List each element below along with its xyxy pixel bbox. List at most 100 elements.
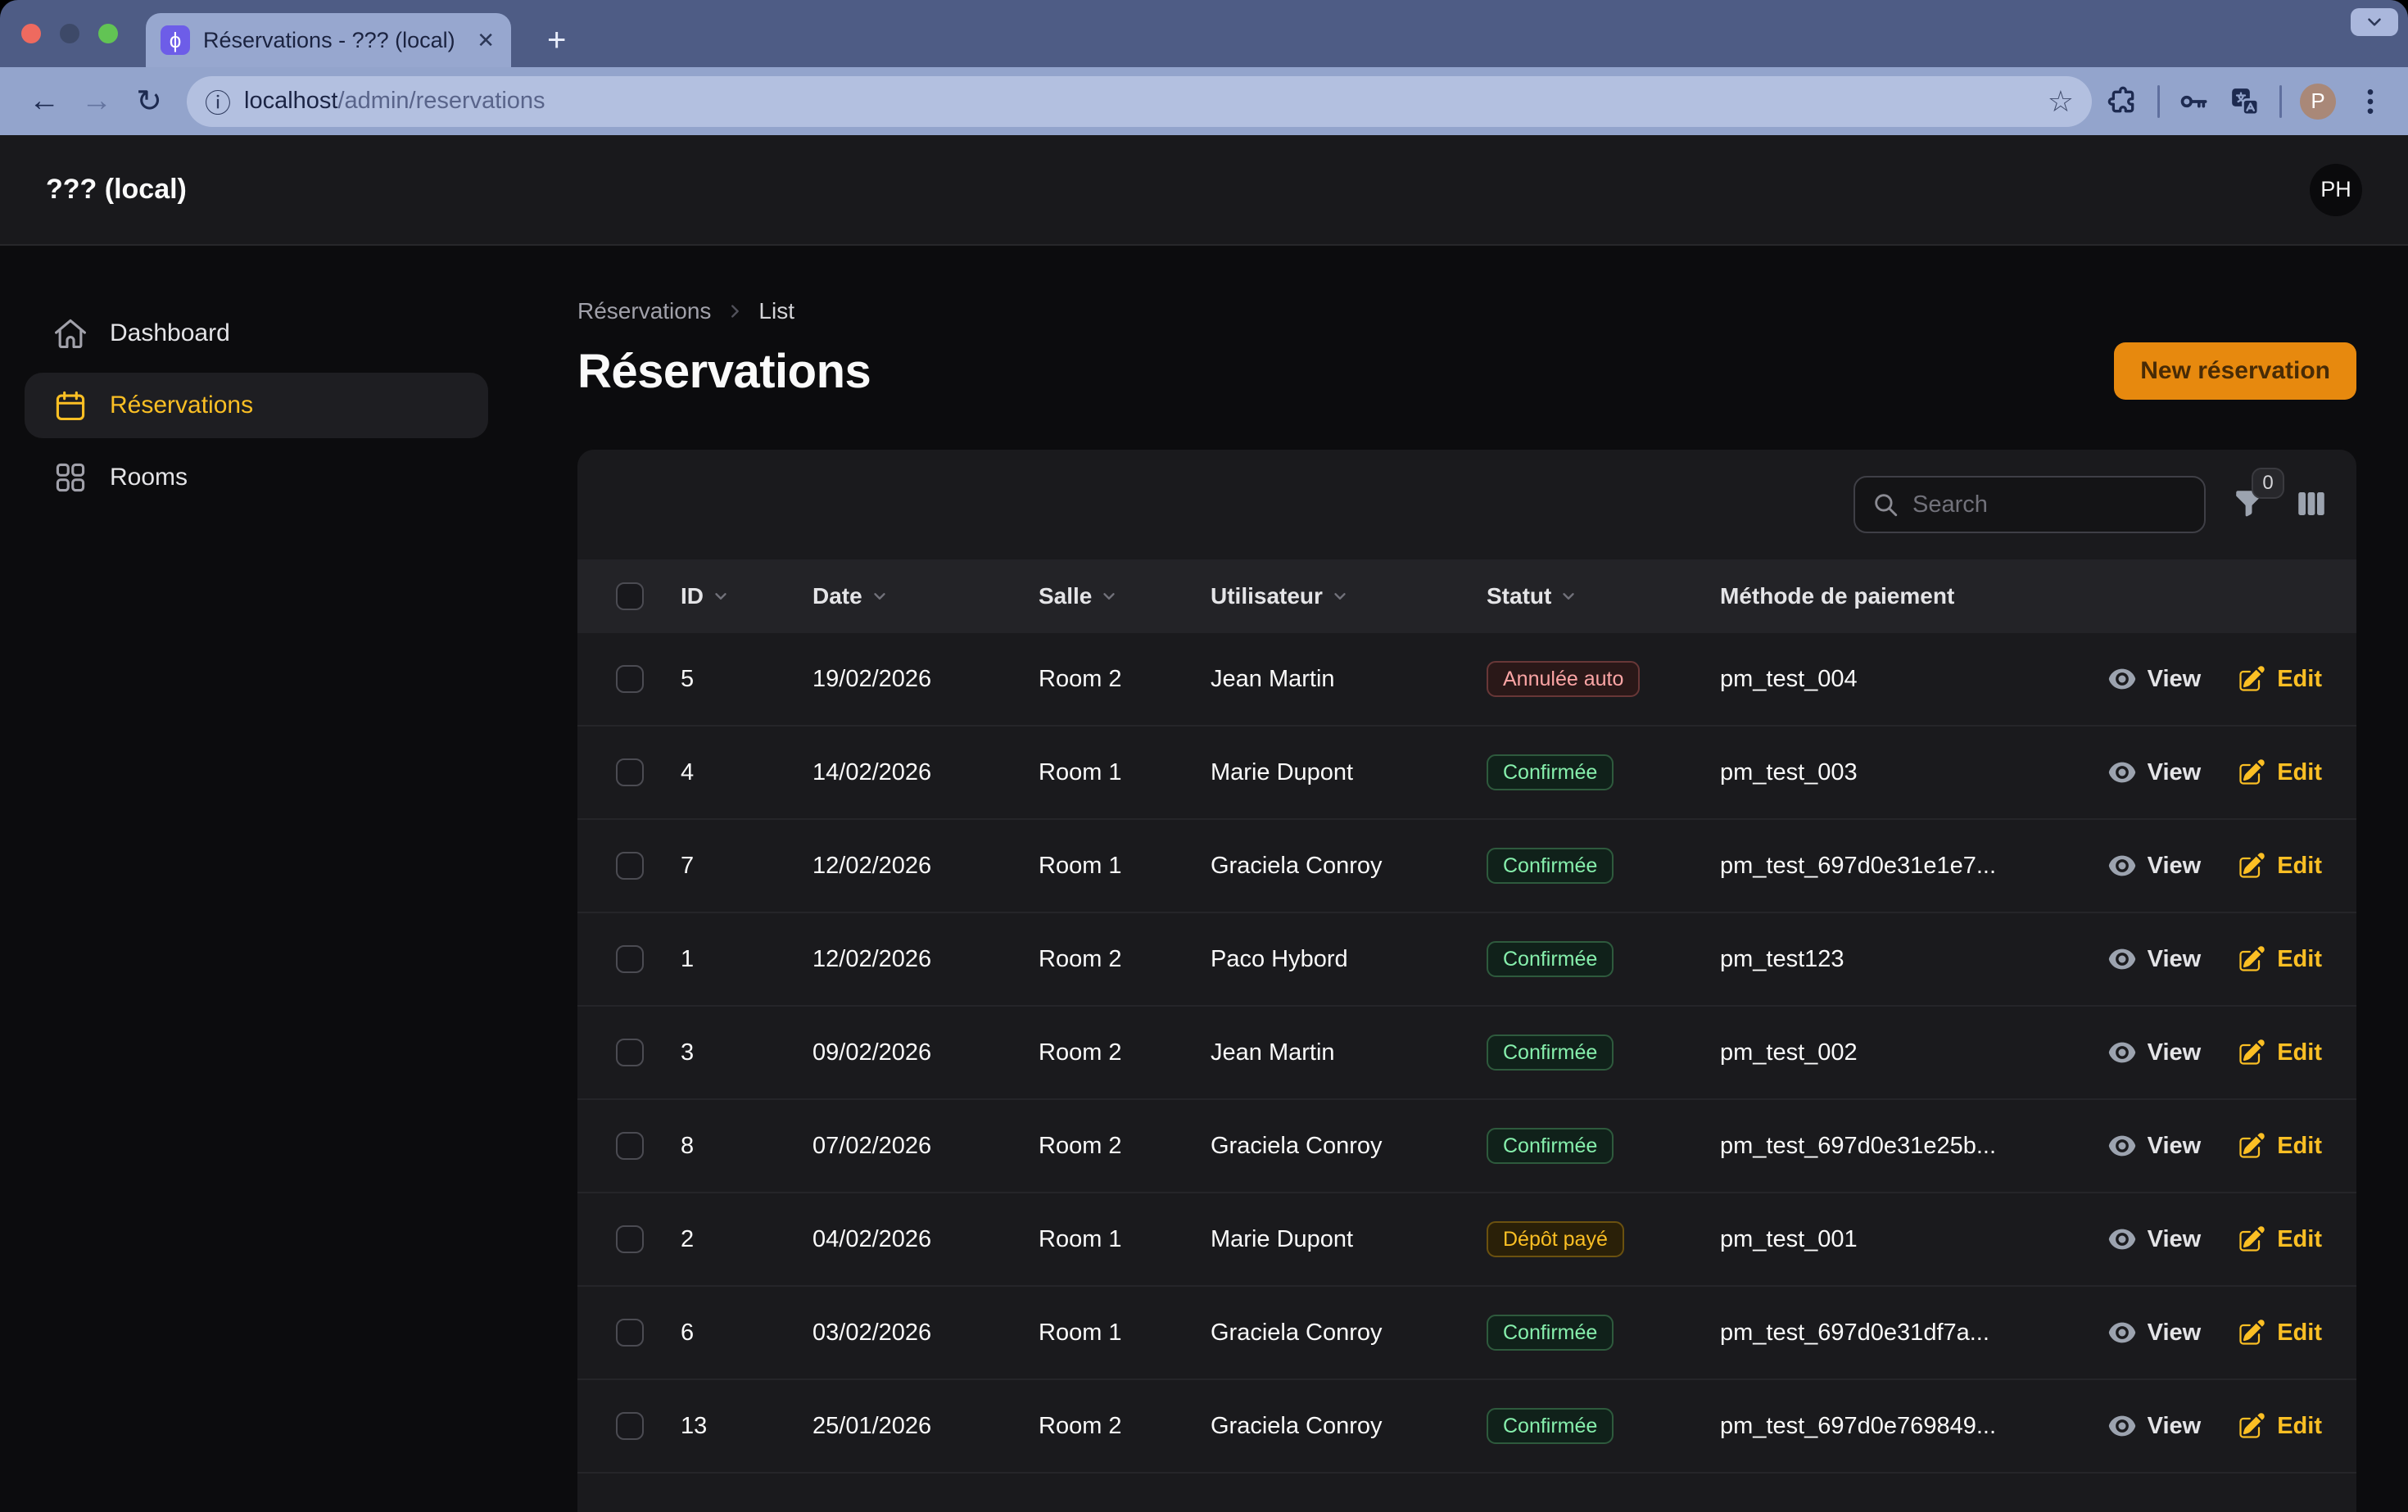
row-checkbox[interactable]	[616, 1225, 644, 1253]
filter-button[interactable]: 0	[2230, 486, 2268, 523]
close-window-button[interactable]	[21, 24, 41, 43]
pencil-square-icon	[2237, 758, 2266, 787]
browser-menu-icon[interactable]	[2354, 85, 2387, 118]
sidebar-item-rooms[interactable]: Rooms	[25, 445, 488, 510]
breadcrumb-parent-link[interactable]: Réservations	[577, 298, 711, 324]
sidebar-item-reservations[interactable]: Réservations	[25, 373, 488, 438]
sidebar-item-dashboard[interactable]: Dashboard	[25, 301, 488, 366]
view-button[interactable]: View	[2107, 664, 2202, 694]
eye-icon	[2107, 944, 2137, 974]
cell-id: 1	[681, 946, 812, 973]
app-brand: ??? (local)	[46, 174, 187, 206]
column-header-paiement: Méthode de paiement	[1720, 583, 2003, 609]
cell-date: 07/02/2026	[812, 1133, 1039, 1160]
table-row: 1 12/02/2026 Room 2 Paco Hybord Confirmé…	[577, 913, 2356, 1007]
row-checkbox[interactable]	[616, 945, 644, 973]
row-checkbox[interactable]	[616, 758, 644, 786]
cell-utilisateur: Jean Martin	[1211, 666, 1487, 693]
grid-icon	[52, 459, 88, 496]
browser-tabstrip: ϕ Réservations - ??? (local) ✕ +	[0, 0, 2408, 67]
pencil-square-icon	[2237, 1225, 2266, 1254]
zoom-window-button[interactable]	[98, 24, 118, 43]
columns-icon	[2294, 487, 2329, 521]
table-row: 5 19/02/2026 Room 2 Jean Martin Annulée …	[577, 633, 2356, 727]
view-button[interactable]: View	[2107, 1038, 2202, 1067]
eye-icon	[2107, 1411, 2137, 1441]
edit-action-label: Edit	[2277, 1133, 2322, 1160]
address-bar[interactable]: ⓘ localhost/admin/reservations ☆	[187, 76, 2092, 127]
cell-salle: Room 2	[1039, 666, 1211, 693]
browser-tab[interactable]: ϕ Réservations - ??? (local) ✕	[146, 13, 511, 67]
cell-id: 3	[681, 1039, 812, 1066]
password-key-icon[interactable]	[2178, 85, 2211, 118]
pencil-square-icon	[2237, 664, 2266, 694]
tab-search-button[interactable]	[2351, 8, 2398, 36]
edit-button[interactable]: Edit	[2237, 1225, 2322, 1254]
cell-utilisateur: Graciela Conroy	[1211, 1133, 1487, 1160]
view-button[interactable]: View	[2107, 758, 2202, 787]
back-button[interactable]: ←	[21, 79, 67, 124]
view-button[interactable]: View	[2107, 851, 2202, 880]
translate-icon[interactable]	[2229, 85, 2261, 118]
edit-action-label: Edit	[2277, 759, 2322, 786]
status-badge: Confirmée	[1487, 1408, 1614, 1444]
status-badge: Confirmée	[1487, 1315, 1614, 1351]
table-row: 6 03/02/2026 Room 1 Graciela Conroy Conf…	[577, 1287, 2356, 1380]
pencil-square-icon	[2237, 1131, 2266, 1161]
cell-paiement: pm_test_697d0e31df7a...	[1720, 1320, 2003, 1347]
edit-button[interactable]: Edit	[2237, 664, 2322, 694]
column-header-salle[interactable]: Salle	[1039, 583, 1211, 609]
edit-action-label: Edit	[2277, 1413, 2322, 1440]
select-all-checkbox[interactable]	[616, 582, 644, 610]
edit-button[interactable]: Edit	[2237, 758, 2322, 787]
eye-icon	[2107, 758, 2137, 787]
table-header: ID Date Salle Utilisateur	[577, 559, 2356, 633]
toggle-columns-button[interactable]	[2293, 486, 2330, 523]
extensions-puzzle-icon[interactable]	[2107, 85, 2139, 118]
view-button[interactable]: View	[2107, 1131, 2202, 1161]
calendar-icon	[52, 387, 88, 423]
edit-button[interactable]: Edit	[2237, 1131, 2322, 1161]
row-checkbox[interactable]	[616, 1319, 644, 1347]
column-header-utilisateur[interactable]: Utilisateur	[1211, 583, 1487, 609]
edit-button[interactable]: Edit	[2237, 1038, 2322, 1067]
cell-date: 04/02/2026	[812, 1226, 1039, 1253]
row-checkbox[interactable]	[616, 852, 644, 880]
view-button[interactable]: View	[2107, 1225, 2202, 1254]
cell-utilisateur: Marie Dupont	[1211, 759, 1487, 786]
view-button[interactable]: View	[2107, 1411, 2202, 1441]
pencil-square-icon	[2237, 1411, 2266, 1441]
row-checkbox[interactable]	[616, 665, 644, 693]
view-action-label: View	[2148, 1039, 2202, 1066]
table-row: 8 07/02/2026 Room 2 Graciela Conroy Conf…	[577, 1100, 2356, 1193]
forward-button[interactable]: →	[74, 79, 120, 124]
bookmark-star-icon[interactable]: ☆	[2048, 84, 2074, 119]
edit-button[interactable]: Edit	[2237, 851, 2322, 880]
column-header-statut[interactable]: Statut	[1487, 583, 1720, 609]
row-checkbox[interactable]	[616, 1132, 644, 1160]
browser-profile-avatar[interactable]: P	[2300, 84, 2336, 120]
view-button[interactable]: View	[2107, 944, 2202, 974]
column-header-id[interactable]: ID	[681, 583, 812, 609]
column-header-date[interactable]: Date	[812, 583, 1039, 609]
site-info-icon[interactable]: ⓘ	[205, 83, 231, 120]
reload-button[interactable]: ↻	[126, 79, 172, 124]
edit-button[interactable]: Edit	[2237, 944, 2322, 974]
row-checkbox[interactable]	[616, 1412, 644, 1440]
new-reservation-button[interactable]: New réservation	[2114, 342, 2356, 400]
main-content: Réservations List Réservations New réser…	[513, 246, 2408, 1512]
home-icon	[52, 315, 88, 351]
minimize-window-button[interactable]	[60, 24, 79, 43]
view-action-label: View	[2148, 759, 2202, 786]
new-tab-button[interactable]: +	[547, 18, 566, 62]
sort-chevron-icon	[712, 587, 730, 605]
tab-close-icon[interactable]: ✕	[477, 28, 495, 53]
edit-button[interactable]: Edit	[2237, 1411, 2322, 1441]
search-input[interactable]	[1912, 491, 2188, 518]
view-button[interactable]: View	[2107, 1318, 2202, 1347]
cell-utilisateur: Paco Hybord	[1211, 946, 1487, 973]
edit-button[interactable]: Edit	[2237, 1318, 2322, 1347]
user-avatar[interactable]: PH	[2310, 164, 2362, 216]
search-box	[1854, 476, 2206, 533]
row-checkbox[interactable]	[616, 1039, 644, 1066]
